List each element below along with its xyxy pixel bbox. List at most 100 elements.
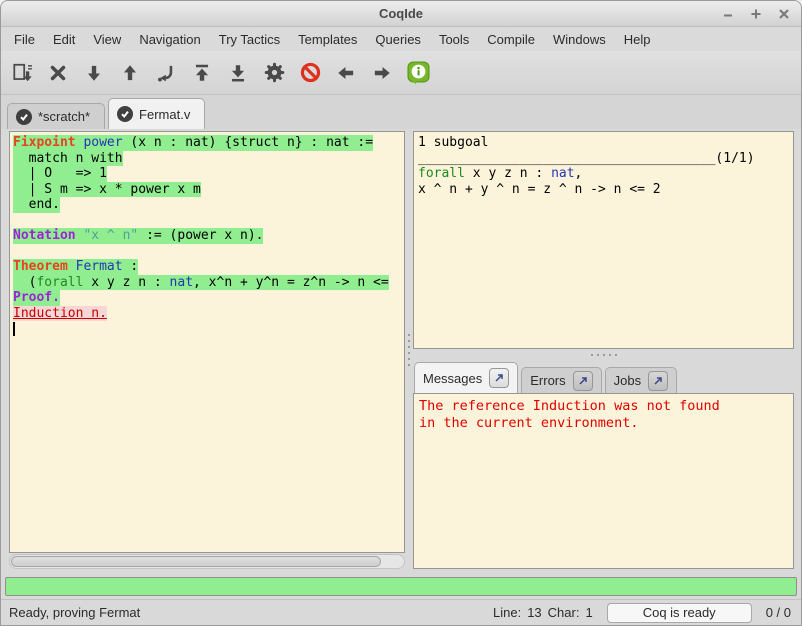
arrow-left-icon xyxy=(335,62,357,84)
menu-windows[interactable]: Windows xyxy=(544,29,615,50)
interrupt-icon xyxy=(299,61,322,84)
minimize-button[interactable] xyxy=(719,5,737,23)
detach-messages-button[interactable] xyxy=(489,368,509,388)
detach-jobs-button[interactable] xyxy=(648,371,668,391)
close-icon xyxy=(47,62,69,84)
info-bubble-icon xyxy=(406,60,431,85)
horizontal-scrollbar[interactable] xyxy=(9,554,405,569)
tab-status-icon xyxy=(16,109,32,125)
tab-label: *scratch* xyxy=(38,109,90,124)
progress-row xyxy=(1,575,801,599)
code-line: | S m => x * power x m xyxy=(13,182,404,198)
maximize-icon xyxy=(749,7,763,21)
code-line: forall x y z n : nat, xyxy=(418,166,793,182)
next-occurrence-button[interactable] xyxy=(367,57,397,89)
toolbar xyxy=(1,51,801,95)
title-bar[interactable]: CoqIde xyxy=(1,1,801,27)
detach-icon xyxy=(494,373,504,383)
horizontal-splitter[interactable] xyxy=(413,349,794,361)
save-icon xyxy=(11,62,33,84)
code-line: in the current environment. xyxy=(419,415,793,432)
splitter-handle-icon xyxy=(408,334,410,366)
status-right: Line: 13 Char: 1 Coq is ready 0 / 0 xyxy=(493,603,791,623)
code-line: Induction n. xyxy=(13,306,404,322)
save-button[interactable] xyxy=(7,57,37,89)
code-line: 1 subgoal xyxy=(418,135,793,151)
go-to-cursor-icon xyxy=(155,62,177,84)
code-line: ______________________________________(1… xyxy=(418,151,793,167)
status-message: Ready, proving Fermat xyxy=(9,605,493,620)
code-line: end. xyxy=(13,197,404,213)
menu-help[interactable]: Help xyxy=(615,29,660,50)
window-title: CoqIde xyxy=(1,6,801,21)
go-to-cursor-button[interactable] xyxy=(151,57,181,89)
code-line xyxy=(13,244,404,260)
tab-scratch[interactable]: *scratch* xyxy=(7,103,105,129)
code-line: Theorem Fermat : xyxy=(13,259,404,275)
close-window-button[interactable] xyxy=(775,5,793,23)
proof-column: 1 subgoal_______________________________… xyxy=(413,131,794,569)
messages-panel[interactable]: The reference Induction was not foundin … xyxy=(413,393,794,569)
splitter-handle-icon xyxy=(591,354,617,356)
go-to-start-button[interactable] xyxy=(187,57,217,89)
text-cursor xyxy=(13,322,15,336)
goal-panel[interactable]: 1 subgoal_______________________________… xyxy=(413,131,794,349)
tab-fermat[interactable]: Fermat.v xyxy=(108,98,205,129)
editor-tab-bar: *scratch* Fermat.v xyxy=(1,95,801,129)
menu-navigation[interactable]: Navigation xyxy=(130,29,209,50)
gear-icon xyxy=(263,61,286,84)
detach-errors-button[interactable] xyxy=(573,371,593,391)
worker-counter: 0 / 0 xyxy=(766,605,791,620)
window-controls xyxy=(719,1,793,27)
minimize-icon xyxy=(721,7,735,21)
about-button[interactable] xyxy=(403,57,433,89)
code-line: | O => 1 xyxy=(13,166,404,182)
code-line: The reference Induction was not found xyxy=(419,398,793,415)
detach-icon xyxy=(653,376,663,386)
line-label: Line: xyxy=(493,605,521,620)
code-line: match n with xyxy=(13,151,404,167)
tab-errors[interactable]: Errors xyxy=(521,367,601,393)
menu-file[interactable]: File xyxy=(5,29,44,50)
previous-occurrence-button[interactable] xyxy=(331,57,361,89)
progress-bar xyxy=(5,577,797,596)
tab-jobs[interactable]: Jobs xyxy=(605,367,677,393)
vertical-splitter[interactable] xyxy=(405,131,413,569)
code-line xyxy=(13,213,404,229)
menu-edit[interactable]: Edit xyxy=(44,29,84,50)
coq-status-indicator: Coq is ready xyxy=(607,603,752,623)
char-label: Char: xyxy=(548,605,580,620)
go-to-end-button[interactable] xyxy=(223,57,253,89)
detach-icon xyxy=(578,376,588,386)
line-value: 13 xyxy=(527,605,541,620)
code-line xyxy=(13,321,404,337)
tab-status-icon xyxy=(117,106,133,122)
backward-one-command-button[interactable] xyxy=(115,57,145,89)
arrow-right-icon xyxy=(371,62,393,84)
menu-queries[interactable]: Queries xyxy=(366,29,430,50)
forward-one-command-button[interactable] xyxy=(79,57,109,89)
interrupt-button[interactable] xyxy=(295,57,325,89)
menu-view[interactable]: View xyxy=(84,29,130,50)
arrow-to-top-icon xyxy=(191,62,213,84)
scrollbar-thumb[interactable] xyxy=(11,556,381,567)
tab-messages[interactable]: Messages xyxy=(414,362,518,393)
fully-check-button[interactable] xyxy=(259,57,289,89)
coqide-window: CoqIde FileEditViewNavigationTry Tactics… xyxy=(0,0,802,626)
code-line: Fixpoint power (x n : nat) {struct n} : … xyxy=(13,135,404,151)
char-value: 1 xyxy=(585,605,592,620)
arrow-up-icon xyxy=(119,62,141,84)
code-editor[interactable]: Fixpoint power (x n : nat) {struct n} : … xyxy=(9,131,405,553)
menu-templates[interactable]: Templates xyxy=(289,29,366,50)
menu-tools[interactable]: Tools xyxy=(430,29,478,50)
maximize-button[interactable] xyxy=(747,5,765,23)
tab-label: Errors xyxy=(530,373,565,388)
arrow-to-bottom-icon xyxy=(227,62,249,84)
close-buffer-button[interactable] xyxy=(43,57,73,89)
close-window-icon xyxy=(777,7,791,21)
menu-compile[interactable]: Compile xyxy=(478,29,544,50)
menu-try-tactics[interactable]: Try Tactics xyxy=(210,29,289,50)
arrow-down-icon xyxy=(83,62,105,84)
panel-tab-bar: Messages Errors Jobs xyxy=(413,361,794,393)
menu-bar: FileEditViewNavigationTry TacticsTemplat… xyxy=(1,27,801,51)
